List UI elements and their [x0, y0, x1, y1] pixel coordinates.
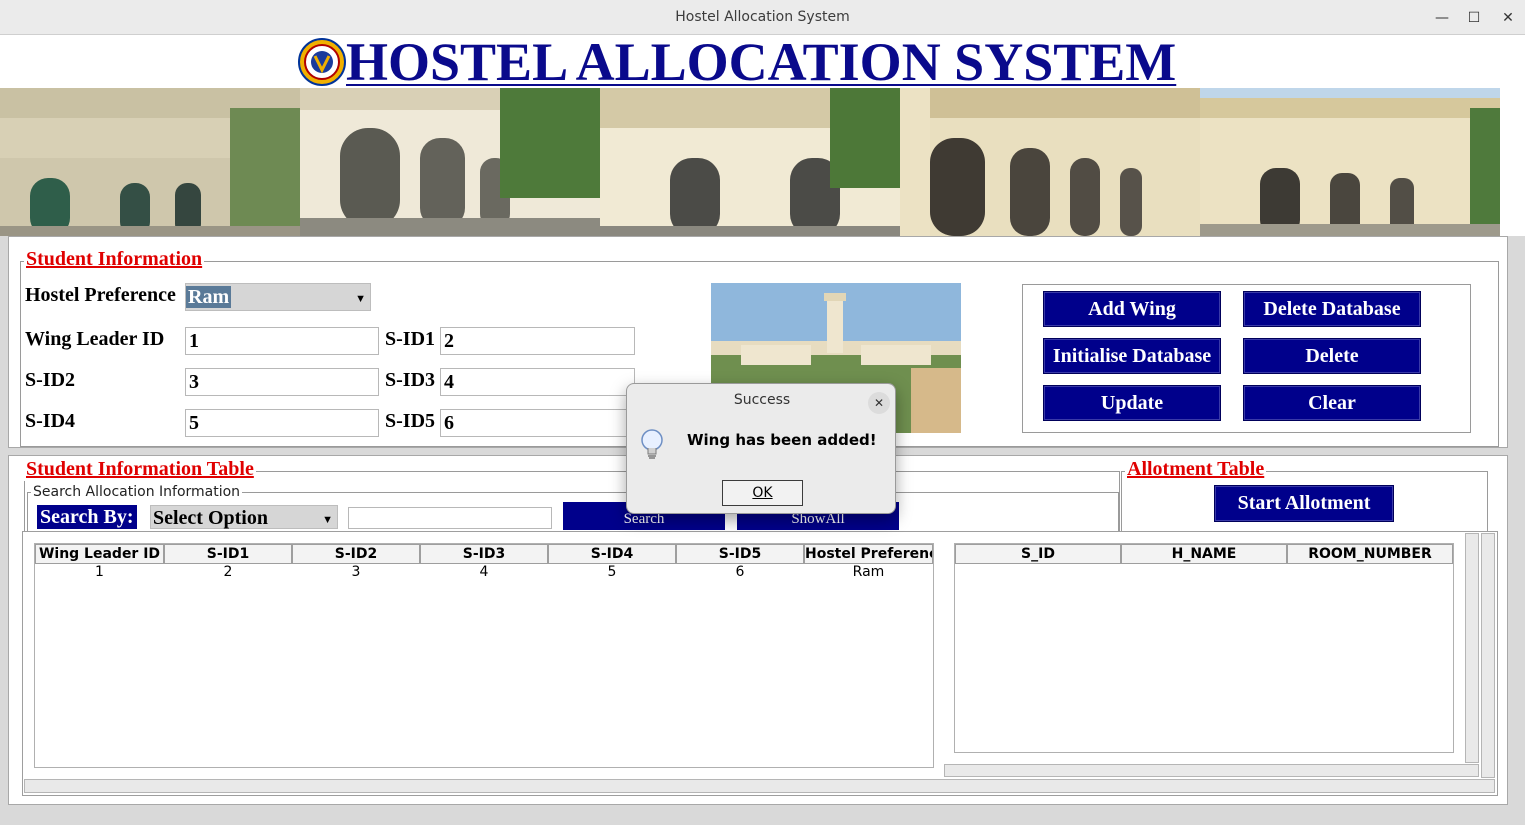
clear-button[interactable]: Clear — [1243, 385, 1421, 421]
column-header-wing-leader-id[interactable]: Wing Leader ID — [35, 544, 164, 564]
allotment-table — [954, 543, 1454, 753]
sid3-field[interactable]: 4 — [440, 368, 635, 396]
add-wing-button[interactable]: Add Wing — [1043, 291, 1221, 327]
sid4-label: S-ID4 — [25, 410, 76, 432]
wing-leader-id-field[interactable]: 1 — [185, 327, 379, 355]
hostel-photo-5 — [1200, 88, 1500, 236]
hostel-preference-label: Hostel Preference — [25, 284, 176, 306]
institute-emblem-icon — [298, 38, 346, 86]
table-row[interactable]: 1 2 3 4 5 6 Ram — [35, 563, 933, 581]
allotment-table-legend: Allotment Table — [1125, 458, 1267, 481]
outer-horizontal-scrollbar[interactable] — [24, 779, 1495, 793]
table-cell: Ram — [852, 564, 885, 580]
chevron-down-icon: ▼ — [355, 293, 366, 305]
column-header-sid2[interactable]: S-ID2 — [292, 544, 420, 564]
allotment-vertical-scrollbar[interactable] — [1465, 533, 1479, 763]
start-allotment-button[interactable]: Start Allotment — [1214, 485, 1394, 522]
sid5-field[interactable]: 6 — [440, 409, 635, 437]
hostel-photo-4 — [900, 88, 1200, 236]
search-input[interactable] — [348, 507, 552, 529]
table-cell: 3 — [351, 564, 361, 580]
search-option-value: Select Option — [153, 507, 268, 529]
table-cell: 4 — [479, 564, 489, 580]
search-by-label: Search By: — [37, 505, 137, 529]
success-dialog: Success ✕ Wing has been added! OK — [626, 383, 896, 514]
search-option-select[interactable]: Select Option ▼ — [150, 505, 338, 529]
sid1-field[interactable]: 2 — [440, 327, 635, 355]
delete-button[interactable]: Delete — [1243, 338, 1421, 374]
column-header-h-name[interactable]: H_NAME — [1121, 544, 1287, 564]
sid4-field[interactable]: 5 — [185, 409, 379, 437]
sid1-label: S-ID1 — [385, 328, 436, 350]
window-close-button[interactable]: ✕ — [1496, 6, 1520, 30]
column-header-sid1[interactable]: S-ID1 — [164, 544, 292, 564]
allotment-horizontal-scrollbar[interactable] — [944, 764, 1479, 777]
column-header-room-number[interactable]: ROOM_NUMBER — [1287, 544, 1453, 564]
hostel-preference-select[interactable]: Ram ▼ — [185, 283, 371, 311]
hostel-preference-value: Ram — [186, 286, 232, 308]
sid3-label: S-ID3 — [385, 369, 436, 391]
dialog-message: Wing has been added! — [687, 431, 877, 449]
maximize-button[interactable]: ☐ — [1462, 6, 1486, 30]
update-button[interactable]: Update — [1043, 385, 1221, 421]
table-cell: 5 — [607, 564, 617, 580]
chevron-down-icon: ▼ — [322, 514, 333, 526]
table-cell: 1 — [95, 564, 104, 580]
student-information-legend: Student Information — [24, 248, 205, 271]
column-header-sid5[interactable]: S-ID5 — [676, 544, 804, 564]
banner-filler — [1500, 88, 1525, 236]
sid2-field[interactable]: 3 — [185, 368, 379, 396]
column-header-hostel-preference[interactable]: Hostel Preferenc — [804, 544, 933, 564]
table-cell: 6 — [735, 564, 745, 580]
hostel-photo-3 — [600, 88, 900, 236]
hostel-photo-1 — [0, 88, 300, 236]
student-table-legend: Student Information Table — [24, 458, 256, 481]
dialog-title: Success — [733, 392, 791, 408]
app-heading: HOSTEL ALLOCATION SYSTEM — [346, 32, 1177, 92]
window-title: Hostel Allocation System — [675, 9, 850, 25]
wing-leader-id-label: Wing Leader ID — [25, 328, 165, 350]
lightbulb-info-icon — [639, 428, 665, 462]
delete-database-button[interactable]: Delete Database — [1243, 291, 1421, 327]
column-header-s-id[interactable]: S_ID — [955, 544, 1121, 564]
search-group-title: Search Allocation Information — [31, 484, 243, 500]
hostel-photo-banner — [0, 88, 1500, 236]
minimize-button[interactable]: — — [1430, 6, 1454, 30]
table-cell: 2 — [223, 564, 233, 580]
outer-vertical-scrollbar[interactable] — [1481, 533, 1495, 778]
ok-button-label: OK — [752, 485, 773, 501]
column-header-sid4[interactable]: S-ID4 — [548, 544, 676, 564]
sid5-label: S-ID5 — [385, 410, 436, 432]
dialog-close-icon[interactable]: ✕ — [868, 392, 890, 414]
column-header-sid3[interactable]: S-ID3 — [420, 544, 548, 564]
ok-button[interactable]: OK — [722, 480, 803, 506]
hostel-photo-2 — [300, 88, 600, 236]
initialise-database-button[interactable]: Initialise Database — [1043, 338, 1221, 374]
sid2-label: S-ID2 — [25, 369, 76, 391]
